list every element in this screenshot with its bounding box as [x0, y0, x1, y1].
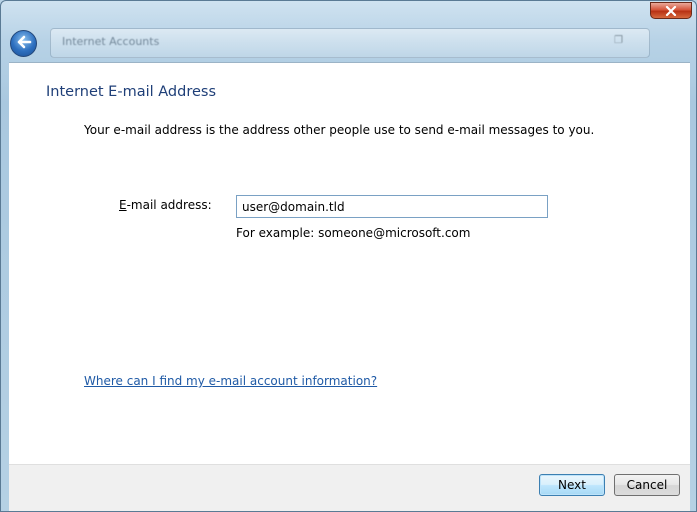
cancel-button[interactable]: Cancel: [614, 474, 680, 496]
next-button[interactable]: Next: [539, 474, 605, 496]
window-title: Internet Accounts: [62, 35, 160, 48]
email-label-access-key: E: [119, 198, 127, 212]
wizard-footer: Next Cancel: [9, 464, 690, 511]
email-example-text: For example: someone@microsoft.com: [236, 226, 471, 240]
close-icon: [665, 1, 677, 20]
email-info-help-link[interactable]: Where can I find my e-mail account infor…: [84, 374, 377, 388]
back-arrow-icon: [16, 34, 32, 53]
intro-text: Your e-mail address is the address other…: [84, 123, 595, 137]
title-decoration: ❐: [614, 35, 623, 46]
email-label-rest: -mail address:: [126, 198, 212, 212]
wizard-content: Internet E-mail Address Your e-mail addr…: [9, 62, 690, 465]
page-title: Internet E-mail Address: [46, 84, 216, 100]
wizard-window: Internet Accounts ❐ Internet E-mail Addr…: [0, 0, 697, 512]
back-button[interactable]: [10, 30, 37, 57]
email-label: E-mail address:: [119, 198, 212, 212]
close-button[interactable]: [650, 2, 692, 19]
email-field[interactable]: [236, 195, 548, 218]
